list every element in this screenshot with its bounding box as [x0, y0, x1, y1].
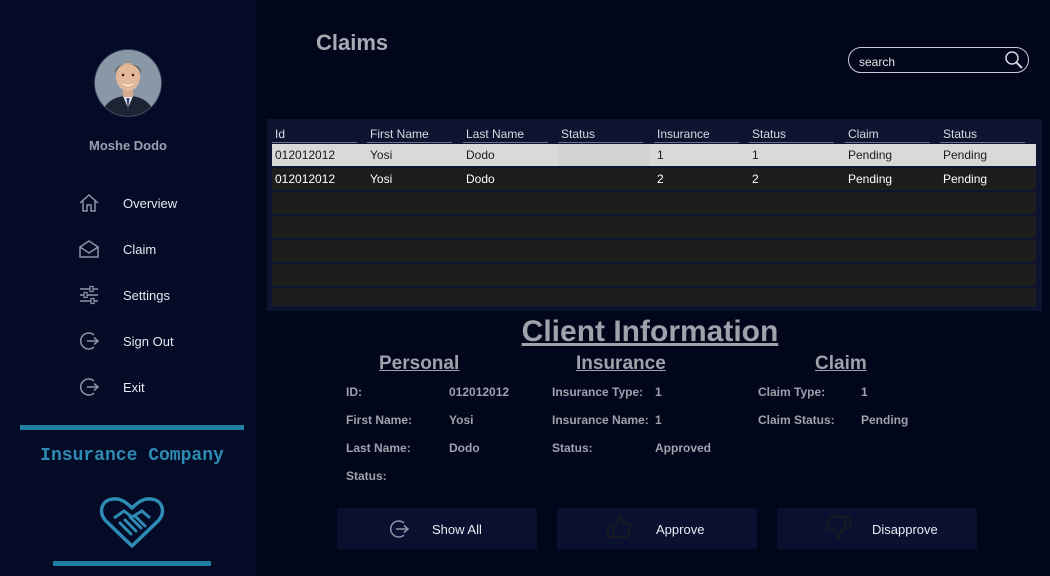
table-row[interactable]: 012012012 Yosi Dodo 2 2 Pending Pending — [272, 168, 1036, 191]
table-cell: Pending — [943, 172, 988, 186]
avatar[interactable] — [95, 50, 161, 116]
insurance-name-value: 1 — [655, 413, 662, 427]
column-header-claim[interactable]: Claim — [845, 127, 930, 143]
insurance-type-label: Insurance Type: — [552, 385, 644, 399]
table-row-empty — [272, 240, 1036, 263]
table-cell: Pending — [943, 148, 988, 162]
nav-overview[interactable]: Overview — [78, 192, 238, 216]
table-cell: Yosi — [370, 172, 393, 186]
claim-status-label: Claim Status: — [758, 413, 835, 427]
column-header-status[interactable]: Status — [558, 127, 643, 143]
table-cell: Dodo — [466, 172, 495, 186]
insurance-type-value: 1 — [655, 385, 662, 399]
nav-settings-label: Settings — [123, 288, 170, 303]
personal-first-name-value: Yosi — [449, 413, 474, 427]
search-box[interactable] — [848, 47, 1029, 73]
heart-handshake-icon — [99, 497, 165, 548]
personal-first-name-label: First Name: — [346, 413, 413, 427]
table-cell: 2 — [752, 172, 759, 186]
section-title-insurance: Insurance — [576, 353, 666, 374]
thumbs-down-icon — [826, 516, 851, 539]
column-header-insurance-status[interactable]: Status — [749, 127, 834, 143]
approve-label: Approve — [656, 522, 705, 537]
claims-table: Id First Name Last Name Status Insurance… — [267, 119, 1042, 311]
table-cell: 1 — [657, 148, 664, 162]
claim-status-value: Pending — [861, 413, 909, 427]
table-row-empty — [272, 264, 1036, 287]
search-icon[interactable] — [1004, 50, 1024, 70]
user-name: Moshe Dodo — [89, 138, 167, 153]
sidebar: Moshe Dodo Overview Claim Settings Sign … — [0, 0, 256, 576]
personal-id-value: 012012012 — [449, 385, 510, 399]
disapprove-label: Disapprove — [872, 522, 938, 537]
table-row-empty — [272, 288, 1036, 307]
table-cell: Dodo — [466, 148, 495, 162]
column-header-last-name[interactable]: Last Name — [463, 127, 548, 143]
table-cell: 012012012 — [275, 148, 336, 162]
column-header-insurance[interactable]: Insurance — [654, 127, 739, 143]
personal-last-name-value: Dodo — [449, 441, 480, 455]
table-row-empty — [272, 192, 1036, 215]
personal-last-name-label: Last Name: — [346, 441, 411, 455]
table-cell-empty — [558, 144, 650, 166]
show-all-label: Show All — [432, 522, 482, 537]
approve-button[interactable]: Approve — [557, 508, 757, 549]
table-cell: Yosi — [370, 148, 393, 162]
nav-exit-label: Exit — [123, 380, 145, 395]
search-input[interactable] — [857, 52, 1006, 71]
column-header-first-name[interactable]: First Name — [367, 127, 452, 143]
sliders-icon — [80, 285, 98, 305]
table-cell: Pending — [848, 172, 893, 186]
brand-divider-bottom — [53, 561, 211, 566]
table-cell: Pending — [848, 148, 893, 162]
client-info-title: Client Information — [521, 315, 779, 348]
disapprove-button[interactable]: Disapprove — [777, 508, 977, 549]
section-title-claim: Claim — [815, 353, 867, 374]
insurance-status-value: Approved — [655, 441, 712, 455]
claim-type-label: Claim Type: — [758, 385, 826, 399]
table-row-empty — [272, 216, 1036, 239]
table-cell: 2 — [657, 172, 664, 186]
nav-claim-label: Claim — [123, 242, 157, 257]
nav-exit[interactable]: Exit — [78, 376, 238, 400]
exit-icon — [79, 378, 100, 396]
thumbs-up-icon — [607, 515, 632, 538]
show-all-button[interactable]: Show All — [337, 508, 537, 549]
claim-type-value: 1 — [861, 385, 868, 399]
personal-status-label: Status: — [346, 469, 387, 483]
insurance-status-label: Status: — [552, 441, 593, 455]
column-header-claim-status[interactable]: Status — [940, 127, 1025, 143]
home-icon — [79, 193, 99, 212]
table-cell: 012012012 — [275, 172, 336, 186]
personal-id-label: ID: — [346, 385, 362, 399]
table-cell: 1 — [752, 148, 759, 162]
brand-divider-top — [20, 425, 244, 430]
sign-out-icon — [389, 520, 410, 538]
nav-claim[interactable]: Claim — [78, 238, 238, 262]
brand-name: Insurance Company — [40, 446, 224, 466]
column-header-id[interactable]: Id — [272, 127, 357, 143]
nav-settings[interactable]: Settings — [78, 284, 238, 308]
section-title-personal: Personal — [379, 353, 460, 374]
table-row[interactable]: 012012012 Yosi Dodo 1 1 Pending Pending — [272, 144, 1036, 167]
insurance-name-label: Insurance Name: — [552, 413, 649, 427]
table-header: Id First Name Last Name Status Insurance… — [272, 125, 1036, 143]
envelope-icon — [79, 240, 99, 258]
nav-overview-label: Overview — [123, 196, 178, 211]
page-title: Claims — [316, 30, 389, 55]
